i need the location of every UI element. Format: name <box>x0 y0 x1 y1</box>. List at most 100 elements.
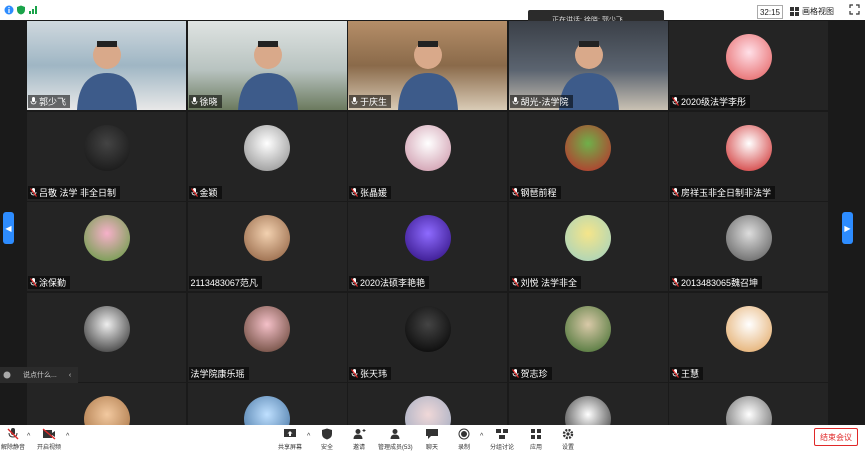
participant-tile[interactable]: 2020级法学李彤 <box>669 21 828 110</box>
participant-name: 2020级法学李彤 <box>681 97 747 107</box>
chat-label: 聊天 <box>425 445 438 451</box>
unmute-button[interactable]: 解除静音 <box>1 428 25 451</box>
participant-nameplate: 吕敬 法学 非全日制 <box>28 185 121 199</box>
record-icon <box>458 428 470 440</box>
participant-avatar <box>565 215 611 261</box>
participant-name: 刘悦 法学非全 <box>520 278 578 288</box>
breakout-rooms-button[interactable]: 分组讨论 <box>490 428 514 451</box>
end-meeting-button[interactable]: 结束会议 <box>814 428 858 446</box>
mic-muted-icon <box>190 187 198 197</box>
chat-preview-text: 说点什么... <box>23 372 57 379</box>
next-page-button[interactable]: ▶ <box>842 212 853 244</box>
participant-name: 2113483067范凡 <box>190 278 258 288</box>
breakout-rooms-label: 分组讨论 <box>490 445 515 451</box>
participant-tile[interactable]: 胡光-法学院 <box>508 21 668 110</box>
participant-tile[interactable]: 张天玮 <box>348 292 507 382</box>
participant-tile[interactable]: 2013483065魏召坤 <box>669 202 828 291</box>
chat-button[interactable]: 聊天 <box>425 428 439 451</box>
mic-icon <box>512 97 518 105</box>
invite-button[interactable]: 邀请 <box>352 428 366 451</box>
participant-tile[interactable]: 于庆生 <box>348 21 507 110</box>
participant-tile[interactable]: 涂保勤 <box>27 202 186 291</box>
chevron-up-icon[interactable]: ^ <box>27 433 30 440</box>
previous-page-button[interactable]: ◀ <box>3 212 14 244</box>
participant-tile[interactable]: 徐晓 <box>187 21 347 110</box>
participant-tile[interactable]: 王慧 <box>669 292 828 382</box>
mic-icon <box>30 97 37 105</box>
participant-avatar <box>725 396 772 425</box>
invite-label: 邀请 <box>352 445 365 451</box>
participant-tile[interactable] <box>348 383 507 425</box>
participant-tile[interactable]: 钢琶前程 <box>508 111 668 201</box>
chevron-right-icon: ▶ <box>844 223 851 233</box>
participant-name: 房祥玉非全日制非法学 <box>681 187 772 198</box>
participant-nameplate: 张晶媛 <box>349 185 392 199</box>
manage-participants-label: 管理成员(53) <box>378 445 413 451</box>
participant-tile[interactable]: 房祥玉非全日制非法学 <box>669 111 828 201</box>
participant-name: 涂保勤 <box>39 278 67 288</box>
participant-tile[interactable]: 刘悦 法学非全 <box>508 202 668 291</box>
participant-avatar <box>404 124 451 171</box>
participant-grid: 郭少飞 徐晓 于庆生 胡光-法学院 2020级法学李彤吕敬 法学 非全日制 金颖 张晶媛 钢琶… <box>27 21 828 425</box>
chat-preview[interactable]: 说点什么... ‹ <box>0 367 78 383</box>
participant-tile[interactable] <box>187 383 347 425</box>
participant-name: 王慧 <box>681 368 700 379</box>
top-bar: 32:15 画格视图 <box>0 0 865 20</box>
participant-avatar <box>244 396 290 425</box>
chevron-up-icon[interactable]: ^ <box>66 433 69 440</box>
grid-icon <box>790 6 799 16</box>
participant-tile[interactable]: 法学院康乐瑶 <box>187 292 347 382</box>
apps-icon <box>531 429 541 439</box>
shield-icon[interactable] <box>16 5 26 15</box>
chevron-left-icon[interactable]: ‹ <box>69 372 71 379</box>
participant-nameplate: 2113483067范凡 <box>188 276 262 289</box>
start-video-button[interactable]: 开启视频 <box>37 428 61 451</box>
participant-tile[interactable] <box>27 383 186 425</box>
participant-tile[interactable] <box>508 383 668 425</box>
gallery-view-button[interactable]: 画格视图 <box>790 5 842 17</box>
participant-avatar <box>83 396 130 425</box>
chat-bubble-icon <box>3 371 11 379</box>
settings-button[interactable]: 设置 <box>561 428 575 451</box>
record-button[interactable]: 录制 <box>457 428 471 451</box>
chat-icon <box>426 429 438 439</box>
record-label: 录制 <box>457 445 470 451</box>
chevron-up-icon[interactable]: ^ <box>480 433 483 440</box>
participant-tile[interactable]: 贺志珍 <box>508 292 668 382</box>
security-button[interactable]: 安全 <box>320 428 334 451</box>
participant-avatar <box>244 215 290 261</box>
mic-muted-icon <box>511 187 519 197</box>
participant-name: 郭少飞 <box>39 97 67 107</box>
info-icon[interactable] <box>4 5 14 15</box>
video-off-icon <box>42 428 56 440</box>
mic-muted-icon <box>511 368 519 378</box>
participant-nameplate: 王慧 <box>670 366 704 380</box>
participant-nameplate: 贺志珍 <box>509 366 552 380</box>
participant-nameplate: 胡光-法学院 <box>509 95 573 108</box>
participant-tile[interactable]: 吕敬 法学 非全日制 <box>27 111 186 201</box>
participant-nameplate: 钢琶前程 <box>509 185 561 199</box>
participant-avatar <box>83 124 130 171</box>
participant-name: 2020法硕李艳艳 <box>360 278 426 288</box>
mic-muted-icon <box>7 428 19 440</box>
participant-tile[interactable]: 2020法硕李艳艳 <box>348 202 507 291</box>
participant-tile[interactable] <box>669 383 828 425</box>
signal-icon[interactable] <box>28 5 38 15</box>
breakout-rooms-icon <box>496 429 508 439</box>
chevron-up-icon[interactable]: ^ <box>307 433 310 440</box>
share-screen-button[interactable]: 共享屏幕 <box>278 428 302 451</box>
participant-nameplate: 法学院康乐瑶 <box>188 366 249 380</box>
shield-icon <box>322 428 332 440</box>
mic-muted-icon <box>351 368 358 378</box>
participants-icon <box>390 429 400 439</box>
meeting-timer: 32:15 <box>757 5 783 19</box>
participant-tile[interactable]: 郭少飞 <box>27 21 186 110</box>
participant-avatar <box>725 124 772 171</box>
fullscreen-icon[interactable] <box>849 4 860 15</box>
gallery-view-label: 画格视图 <box>802 6 834 16</box>
participant-tile[interactable]: 2113483067范凡 <box>187 202 347 291</box>
manage-participants-button[interactable]: 管理成员(53) <box>378 428 413 451</box>
participant-tile[interactable]: 张晶媛 <box>348 111 507 201</box>
participant-tile[interactable]: 金颖 <box>187 111 347 201</box>
apps-button[interactable]: 应用 <box>529 428 543 451</box>
